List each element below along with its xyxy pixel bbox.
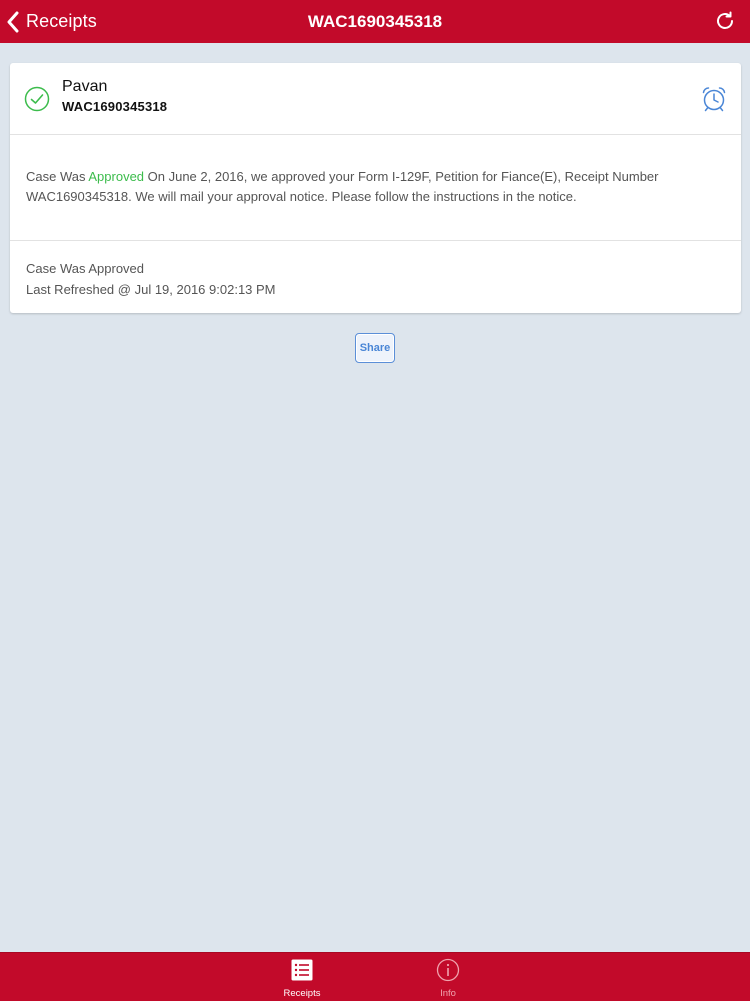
page-title: WAC1690345318 bbox=[307, 12, 443, 31]
approved-status-word: Approved bbox=[88, 169, 145, 184]
tab-receipts-label: Receipts bbox=[283, 988, 321, 999]
last-refreshed-timestamp: Last Refreshed @ Jul 19, 2016 9:02:13 PM bbox=[26, 282, 276, 297]
tab-receipts[interactable]: Receipts bbox=[272, 953, 332, 1001]
case-card-header: Pavan WAC1690345318 bbox=[10, 63, 741, 134]
case-receipt-number: WAC1690345318 bbox=[62, 99, 168, 114]
check-circle-icon bbox=[24, 86, 50, 112]
back-button[interactable]: Receipts bbox=[6, 0, 97, 43]
card-divider bbox=[10, 134, 741, 135]
case-applicant-name: Pavan bbox=[62, 78, 108, 95]
tab-info-label: Info bbox=[440, 988, 456, 999]
alarm-clock-icon[interactable] bbox=[700, 85, 728, 113]
case-status-line: Case Was Approved bbox=[26, 261, 145, 276]
list-icon bbox=[291, 959, 313, 981]
message-prefix: Case Was bbox=[26, 169, 89, 184]
tab-bar: Receipts Info bbox=[0, 952, 750, 1001]
tab-info[interactable]: Info bbox=[418, 953, 478, 1001]
chevron-left-icon bbox=[7, 11, 19, 32]
navigation-bar: Receipts WAC1690345318 bbox=[0, 0, 750, 43]
card-divider bbox=[10, 240, 741, 241]
back-button-label: Receipts bbox=[26, 11, 97, 31]
info-icon bbox=[436, 958, 460, 982]
share-button[interactable]: Share bbox=[355, 333, 395, 363]
refresh-icon[interactable] bbox=[714, 10, 736, 32]
case-card-footer: Case Was Approved Last Refreshed @ Jul 1… bbox=[26, 258, 276, 300]
case-status-message: Case Was Approved On June 2, 2016, we ap… bbox=[26, 167, 716, 207]
case-card: Pavan WAC1690345318 Case Was Approved On… bbox=[10, 63, 741, 313]
